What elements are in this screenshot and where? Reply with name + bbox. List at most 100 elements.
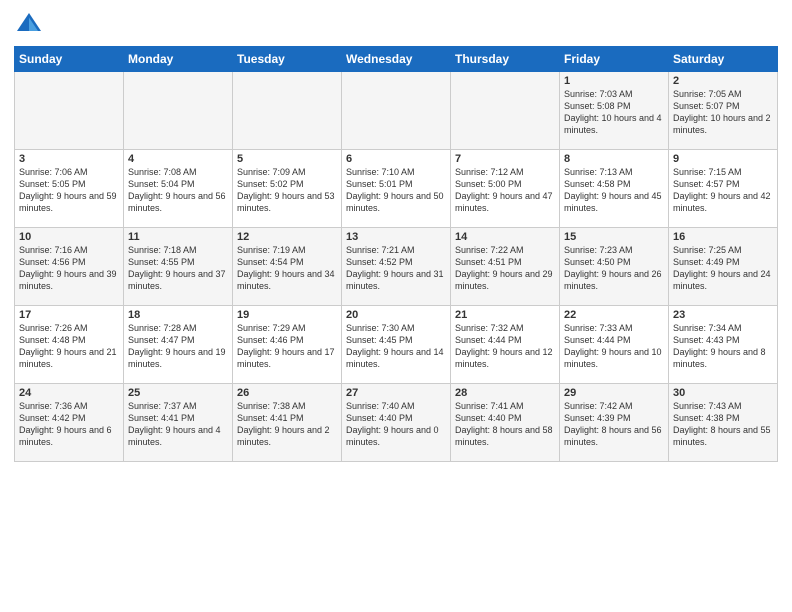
calendar-cell: 19Sunrise: 7:29 AM Sunset: 4:46 PM Dayli… bbox=[233, 306, 342, 384]
calendar-cell: 26Sunrise: 7:38 AM Sunset: 4:41 PM Dayli… bbox=[233, 384, 342, 462]
day-info: Sunrise: 7:33 AM Sunset: 4:44 PM Dayligh… bbox=[564, 322, 664, 371]
week-row-3: 10Sunrise: 7:16 AM Sunset: 4:56 PM Dayli… bbox=[15, 228, 778, 306]
calendar-cell: 20Sunrise: 7:30 AM Sunset: 4:45 PM Dayli… bbox=[342, 306, 451, 384]
calendar-cell: 21Sunrise: 7:32 AM Sunset: 4:44 PM Dayli… bbox=[451, 306, 560, 384]
col-header-saturday: Saturday bbox=[669, 47, 778, 72]
calendar-cell: 3Sunrise: 7:06 AM Sunset: 5:05 PM Daylig… bbox=[15, 150, 124, 228]
calendar-cell: 10Sunrise: 7:16 AM Sunset: 4:56 PM Dayli… bbox=[15, 228, 124, 306]
day-info: Sunrise: 7:16 AM Sunset: 4:56 PM Dayligh… bbox=[19, 244, 119, 293]
day-number: 4 bbox=[128, 153, 228, 165]
day-number: 13 bbox=[346, 231, 446, 243]
day-info: Sunrise: 7:43 AM Sunset: 4:38 PM Dayligh… bbox=[673, 400, 773, 449]
day-number: 26 bbox=[237, 387, 337, 399]
calendar-cell: 30Sunrise: 7:43 AM Sunset: 4:38 PM Dayli… bbox=[669, 384, 778, 462]
calendar-cell: 13Sunrise: 7:21 AM Sunset: 4:52 PM Dayli… bbox=[342, 228, 451, 306]
calendar-cell: 18Sunrise: 7:28 AM Sunset: 4:47 PM Dayli… bbox=[124, 306, 233, 384]
col-header-wednesday: Wednesday bbox=[342, 47, 451, 72]
col-header-monday: Monday bbox=[124, 47, 233, 72]
day-info: Sunrise: 7:40 AM Sunset: 4:40 PM Dayligh… bbox=[346, 400, 446, 449]
calendar-cell: 8Sunrise: 7:13 AM Sunset: 4:58 PM Daylig… bbox=[560, 150, 669, 228]
day-number: 17 bbox=[19, 309, 119, 321]
calendar-table: SundayMondayTuesdayWednesdayThursdayFrid… bbox=[14, 46, 778, 462]
day-number: 21 bbox=[455, 309, 555, 321]
col-header-tuesday: Tuesday bbox=[233, 47, 342, 72]
day-info: Sunrise: 7:15 AM Sunset: 4:57 PM Dayligh… bbox=[673, 166, 773, 215]
day-info: Sunrise: 7:30 AM Sunset: 4:45 PM Dayligh… bbox=[346, 322, 446, 371]
day-info: Sunrise: 7:25 AM Sunset: 4:49 PM Dayligh… bbox=[673, 244, 773, 293]
calendar-cell bbox=[233, 72, 342, 150]
calendar-cell: 5Sunrise: 7:09 AM Sunset: 5:02 PM Daylig… bbox=[233, 150, 342, 228]
calendar-cell: 7Sunrise: 7:12 AM Sunset: 5:00 PM Daylig… bbox=[451, 150, 560, 228]
day-info: Sunrise: 7:28 AM Sunset: 4:47 PM Dayligh… bbox=[128, 322, 228, 371]
calendar-cell bbox=[15, 72, 124, 150]
calendar-cell: 12Sunrise: 7:19 AM Sunset: 4:54 PM Dayli… bbox=[233, 228, 342, 306]
calendar-cell bbox=[451, 72, 560, 150]
day-number: 12 bbox=[237, 231, 337, 243]
col-header-sunday: Sunday bbox=[15, 47, 124, 72]
col-header-friday: Friday bbox=[560, 47, 669, 72]
day-info: Sunrise: 7:41 AM Sunset: 4:40 PM Dayligh… bbox=[455, 400, 555, 449]
calendar-cell: 25Sunrise: 7:37 AM Sunset: 4:41 PM Dayli… bbox=[124, 384, 233, 462]
day-number: 20 bbox=[346, 309, 446, 321]
calendar-cell: 14Sunrise: 7:22 AM Sunset: 4:51 PM Dayli… bbox=[451, 228, 560, 306]
day-info: Sunrise: 7:13 AM Sunset: 4:58 PM Dayligh… bbox=[564, 166, 664, 215]
day-number: 5 bbox=[237, 153, 337, 165]
day-number: 3 bbox=[19, 153, 119, 165]
calendar-cell: 22Sunrise: 7:33 AM Sunset: 4:44 PM Dayli… bbox=[560, 306, 669, 384]
day-number: 7 bbox=[455, 153, 555, 165]
day-number: 27 bbox=[346, 387, 446, 399]
calendar-cell: 16Sunrise: 7:25 AM Sunset: 4:49 PM Dayli… bbox=[669, 228, 778, 306]
calendar-cell bbox=[124, 72, 233, 150]
day-number: 29 bbox=[564, 387, 664, 399]
day-number: 30 bbox=[673, 387, 773, 399]
day-number: 10 bbox=[19, 231, 119, 243]
week-row-5: 24Sunrise: 7:36 AM Sunset: 4:42 PM Dayli… bbox=[15, 384, 778, 462]
day-number: 25 bbox=[128, 387, 228, 399]
day-info: Sunrise: 7:22 AM Sunset: 4:51 PM Dayligh… bbox=[455, 244, 555, 293]
week-row-1: 1Sunrise: 7:03 AM Sunset: 5:08 PM Daylig… bbox=[15, 72, 778, 150]
day-info: Sunrise: 7:26 AM Sunset: 4:48 PM Dayligh… bbox=[19, 322, 119, 371]
calendar-cell: 1Sunrise: 7:03 AM Sunset: 5:08 PM Daylig… bbox=[560, 72, 669, 150]
day-info: Sunrise: 7:38 AM Sunset: 4:41 PM Dayligh… bbox=[237, 400, 337, 449]
calendar-cell: 29Sunrise: 7:42 AM Sunset: 4:39 PM Dayli… bbox=[560, 384, 669, 462]
calendar-cell bbox=[342, 72, 451, 150]
logo bbox=[14, 10, 48, 40]
day-number: 18 bbox=[128, 309, 228, 321]
day-info: Sunrise: 7:03 AM Sunset: 5:08 PM Dayligh… bbox=[564, 88, 664, 137]
day-info: Sunrise: 7:19 AM Sunset: 4:54 PM Dayligh… bbox=[237, 244, 337, 293]
day-info: Sunrise: 7:37 AM Sunset: 4:41 PM Dayligh… bbox=[128, 400, 228, 449]
calendar-cell: 23Sunrise: 7:34 AM Sunset: 4:43 PM Dayli… bbox=[669, 306, 778, 384]
day-number: 22 bbox=[564, 309, 664, 321]
calendar-cell: 15Sunrise: 7:23 AM Sunset: 4:50 PM Dayli… bbox=[560, 228, 669, 306]
week-row-4: 17Sunrise: 7:26 AM Sunset: 4:48 PM Dayli… bbox=[15, 306, 778, 384]
day-info: Sunrise: 7:42 AM Sunset: 4:39 PM Dayligh… bbox=[564, 400, 664, 449]
day-info: Sunrise: 7:08 AM Sunset: 5:04 PM Dayligh… bbox=[128, 166, 228, 215]
calendar-header-row: SundayMondayTuesdayWednesdayThursdayFrid… bbox=[15, 47, 778, 72]
day-info: Sunrise: 7:05 AM Sunset: 5:07 PM Dayligh… bbox=[673, 88, 773, 137]
calendar-cell: 9Sunrise: 7:15 AM Sunset: 4:57 PM Daylig… bbox=[669, 150, 778, 228]
day-info: Sunrise: 7:34 AM Sunset: 4:43 PM Dayligh… bbox=[673, 322, 773, 371]
week-row-2: 3Sunrise: 7:06 AM Sunset: 5:05 PM Daylig… bbox=[15, 150, 778, 228]
day-info: Sunrise: 7:10 AM Sunset: 5:01 PM Dayligh… bbox=[346, 166, 446, 215]
day-info: Sunrise: 7:18 AM Sunset: 4:55 PM Dayligh… bbox=[128, 244, 228, 293]
day-number: 11 bbox=[128, 231, 228, 243]
calendar-cell: 6Sunrise: 7:10 AM Sunset: 5:01 PM Daylig… bbox=[342, 150, 451, 228]
logo-icon bbox=[14, 10, 44, 40]
day-info: Sunrise: 7:32 AM Sunset: 4:44 PM Dayligh… bbox=[455, 322, 555, 371]
day-number: 1 bbox=[564, 75, 664, 87]
day-info: Sunrise: 7:06 AM Sunset: 5:05 PM Dayligh… bbox=[19, 166, 119, 215]
calendar-cell: 28Sunrise: 7:41 AM Sunset: 4:40 PM Dayli… bbox=[451, 384, 560, 462]
page-header bbox=[14, 10, 778, 40]
day-number: 8 bbox=[564, 153, 664, 165]
calendar-cell: 2Sunrise: 7:05 AM Sunset: 5:07 PM Daylig… bbox=[669, 72, 778, 150]
col-header-thursday: Thursday bbox=[451, 47, 560, 72]
day-info: Sunrise: 7:09 AM Sunset: 5:02 PM Dayligh… bbox=[237, 166, 337, 215]
day-number: 15 bbox=[564, 231, 664, 243]
day-info: Sunrise: 7:12 AM Sunset: 5:00 PM Dayligh… bbox=[455, 166, 555, 215]
day-number: 14 bbox=[455, 231, 555, 243]
day-number: 6 bbox=[346, 153, 446, 165]
day-info: Sunrise: 7:23 AM Sunset: 4:50 PM Dayligh… bbox=[564, 244, 664, 293]
calendar-cell: 4Sunrise: 7:08 AM Sunset: 5:04 PM Daylig… bbox=[124, 150, 233, 228]
day-info: Sunrise: 7:29 AM Sunset: 4:46 PM Dayligh… bbox=[237, 322, 337, 371]
day-number: 23 bbox=[673, 309, 773, 321]
